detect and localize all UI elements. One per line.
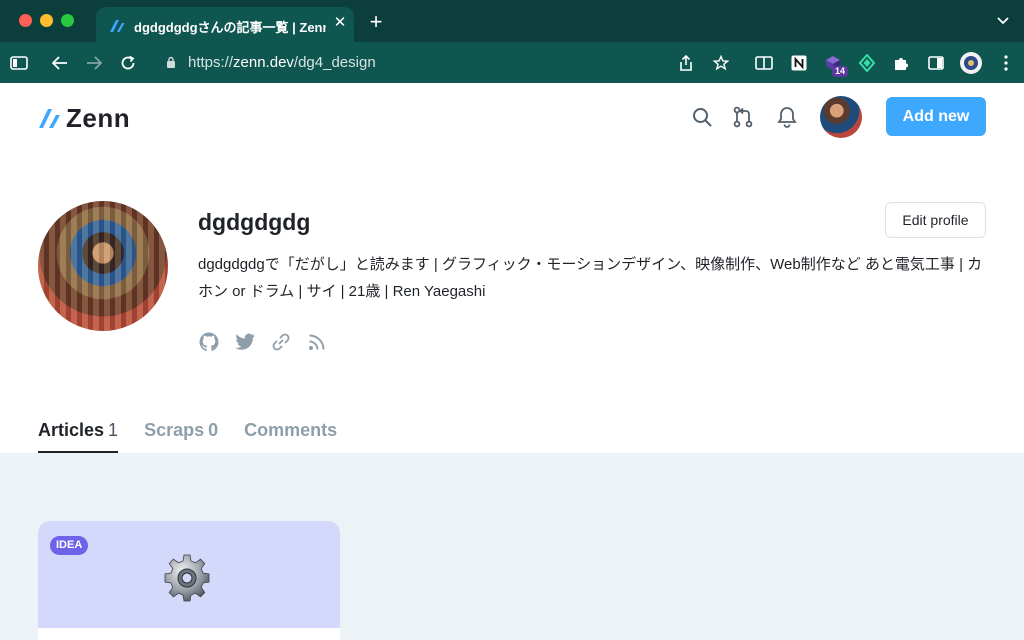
tab-count: 1 xyxy=(108,420,119,440)
profile-avatar xyxy=(38,201,168,331)
tab-close-icon[interactable]: ✕ xyxy=(332,15,348,31)
browser-tab-bar: dgdgdgdgさんの記事一覧 | Zenn ✕ + xyxy=(0,0,1024,42)
rss-feed-icon[interactable] xyxy=(306,331,328,353)
search-icon[interactable] xyxy=(690,105,714,129)
tab-label: Articles xyxy=(38,420,105,440)
extension-badge: 14 xyxy=(832,66,849,77)
browser-toolbar: https://zenn.dev/dg4_design xyxy=(0,42,1024,83)
chevron-down-icon[interactable] xyxy=(996,16,1010,26)
zenn-logo-icon xyxy=(39,109,60,128)
zenn-logo[interactable]: Zenn xyxy=(38,102,131,133)
more-options-icon[interactable] xyxy=(996,53,1016,73)
url-path: /dg4_design xyxy=(293,54,376,71)
close-window-button[interactable] xyxy=(19,14,32,27)
logo-text: Zenn xyxy=(66,102,131,133)
lock-icon xyxy=(167,56,175,68)
article-card-body xyxy=(38,628,340,640)
profile-bio: dgdgdgdgで「だがし」と読みます | グラフィック・モーションデザイン、映… xyxy=(198,256,983,300)
add-new-button[interactable]: Add new xyxy=(886,97,986,136)
maximize-window-button[interactable] xyxy=(61,14,74,27)
twitter-icon[interactable] xyxy=(234,331,256,353)
sidebar-toggle-icon[interactable] xyxy=(9,53,29,73)
profile-tabs: Articles 1 Scraps 0 Comments xyxy=(38,415,341,453)
tab-label: Comments xyxy=(244,420,338,440)
site-header: Zenn Add new xyxy=(0,83,1024,151)
tab-label: Scraps xyxy=(144,420,205,440)
tab-count: 0 xyxy=(208,420,219,440)
side-panel-icon[interactable] xyxy=(926,53,946,73)
articles-list: IDEA xyxy=(0,453,1024,640)
idea-badge: IDEA xyxy=(50,536,89,555)
url-text: https://zenn.dev/dg4_design xyxy=(188,54,376,71)
tab-title: dgdgdgdgさんの記事一覧 | Zenn xyxy=(134,20,326,35)
zenn-favicon-icon xyxy=(110,20,125,32)
minimize-window-button[interactable] xyxy=(40,14,53,27)
profile-username: dgdgdgdg xyxy=(198,209,311,235)
bell-icon[interactable] xyxy=(775,105,799,129)
new-tab-button[interactable]: + xyxy=(366,11,386,33)
gear-icon xyxy=(164,554,210,602)
back-arrow-icon[interactable] xyxy=(50,53,70,73)
url-host: zenn.dev xyxy=(233,54,294,71)
browser-tab-active[interactable]: dgdgdgdgさんの記事一覧 | Zenn ✕ xyxy=(96,7,354,42)
diamond-extension-icon[interactable] xyxy=(857,53,877,73)
edit-profile-button[interactable]: Edit profile xyxy=(885,202,986,238)
url-scheme: https:// xyxy=(188,54,234,71)
tab-comments[interactable]: Comments xyxy=(244,415,341,453)
article-card[interactable]: IDEA xyxy=(38,521,340,640)
reload-icon[interactable] xyxy=(118,53,138,73)
notion-extension-icon[interactable] xyxy=(789,53,809,73)
extensions-puzzle-icon[interactable] xyxy=(891,53,911,73)
user-avatar[interactable] xyxy=(820,96,862,138)
avatar-photo-texture xyxy=(38,201,168,331)
bookmark-star-icon[interactable] xyxy=(711,53,731,73)
tab-articles[interactable]: Articles 1 xyxy=(38,415,119,453)
profile-section: dgdgdgdg Edit profile dgdgdgdgで「だがし」と読みま… xyxy=(0,151,1024,453)
address-bar[interactable]: https://zenn.dev/dg4_design xyxy=(158,50,658,75)
link-icon[interactable] xyxy=(270,331,292,353)
pull-request-icon[interactable] xyxy=(731,105,755,129)
share-icon[interactable] xyxy=(676,53,696,73)
social-links xyxy=(198,331,328,353)
reading-mode-icon[interactable] xyxy=(754,53,774,73)
forward-arrow-icon[interactable] xyxy=(84,53,104,73)
github-icon[interactable] xyxy=(198,331,220,353)
tab-scraps[interactable]: Scraps 0 xyxy=(144,415,218,453)
profile-avatar-icon[interactable] xyxy=(958,50,984,76)
